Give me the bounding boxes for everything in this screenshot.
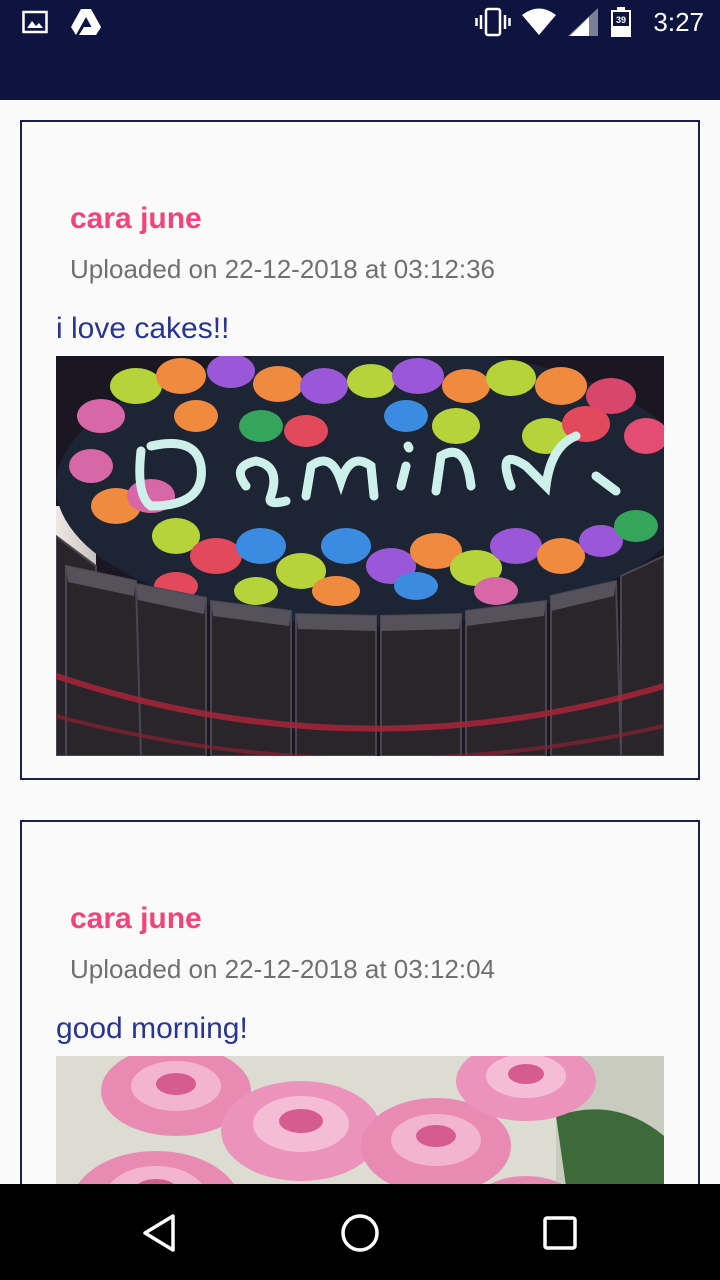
cake-illustration: [56, 356, 664, 756]
roses-photo[interactable]: [56, 1056, 664, 1184]
post-upload-time: Uploaded on 22-12-2018 at 03:12:36: [70, 254, 496, 284]
system-nav-bar: [0, 1184, 720, 1280]
app-bar: 39 3:27: [0, 0, 720, 100]
status-bar-right: 39 3:27: [475, 6, 704, 38]
back-icon[interactable]: [139, 1212, 181, 1254]
post-caption: good morning!: [56, 1012, 248, 1045]
cake-photo[interactable]: [56, 356, 664, 756]
battery-level-text: 39: [616, 15, 626, 25]
post-card[interactable]: cara june Uploaded on 22-12-2018 at 03:1…: [20, 120, 700, 780]
post-author: cara june: [70, 902, 202, 935]
post-upload-time: Uploaded on 22-12-2018 at 03:12:04: [70, 954, 496, 984]
image-icon: [22, 10, 48, 34]
vibrate-icon: [475, 7, 512, 37]
roses-illustration: [56, 1056, 664, 1184]
home-icon[interactable]: [339, 1212, 381, 1254]
wifi-icon: [522, 8, 557, 35]
drive-icon: [71, 9, 101, 35]
status-bar-left: [22, 8, 102, 36]
signal-icon: [568, 8, 599, 36]
battery-icon: 39: [611, 7, 632, 37]
post-feed[interactable]: cara june Uploaded on 22-12-2018 at 03:1…: [0, 100, 720, 1184]
post-card[interactable]: cara june Uploaded on 22-12-2018 at 03:1…: [20, 820, 700, 1184]
post-caption: i love cakes!!: [56, 312, 230, 345]
recents-icon[interactable]: [539, 1212, 581, 1254]
status-clock: 3:27: [653, 6, 704, 37]
post-author: cara june: [70, 202, 202, 235]
